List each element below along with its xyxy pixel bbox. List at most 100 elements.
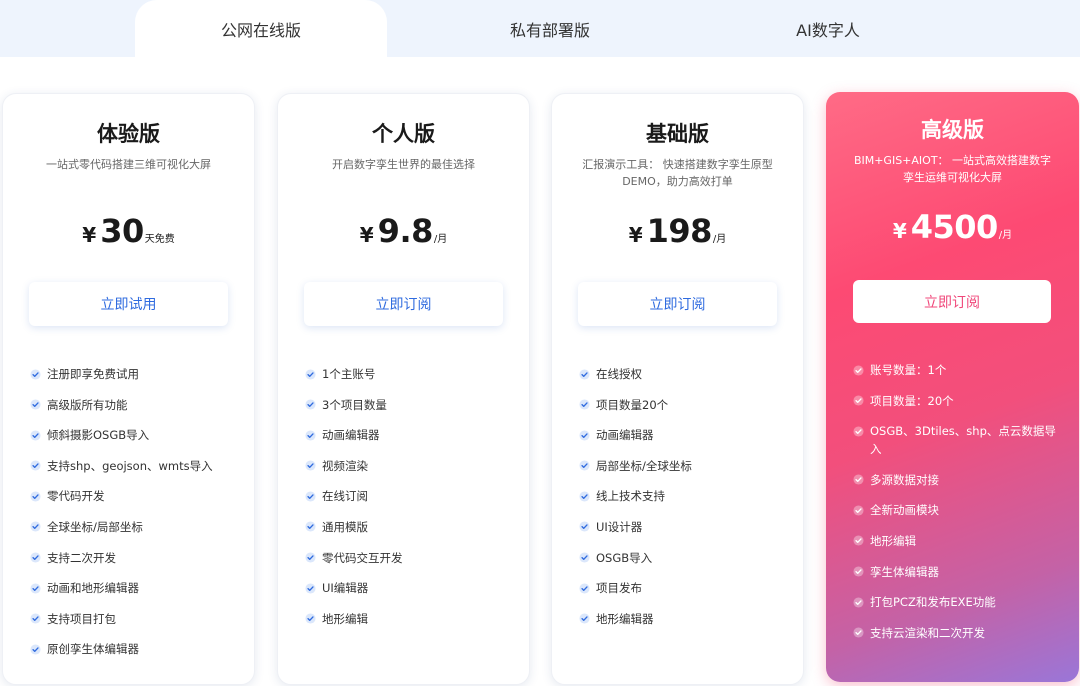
feature-text: 地形编辑: [870, 533, 916, 548]
check-icon: [578, 549, 590, 567]
check-icon: [578, 610, 590, 628]
feature-item: 项目数量20个: [578, 396, 789, 414]
price-unit: /月: [712, 234, 727, 245]
plan-card-personal: 个人版 开启数字孪生世界的最佳选择 ¥9.8/月 立即订阅 1个主账号 3个项目数量 动画编…: [277, 93, 530, 685]
feature-text: 视频渲染: [322, 458, 368, 473]
price-unit: 天免费: [144, 234, 175, 245]
plan-description: BIM+GIS+AIOT： 一站式高效搭建数字孪生运维可视化大屏: [853, 154, 1052, 184]
feature-text: 项目数量20个: [596, 397, 669, 412]
currency-symbol: ¥: [628, 223, 643, 247]
feature-text: 1个主账号: [322, 367, 376, 381]
check-icon: [29, 579, 41, 597]
feature-text: 支持项目打包: [47, 611, 116, 626]
feature-text: OSGB导入: [596, 550, 653, 565]
plan-description: 开启数字孪生世界的最佳选择: [332, 158, 475, 171]
check-icon: [852, 392, 864, 410]
check-icon: [852, 361, 864, 379]
feature-item: 全新动画模块: [852, 501, 1065, 519]
feature-item: 通用模版: [304, 518, 515, 536]
feature-text: 地形编辑器: [596, 611, 654, 626]
check-icon: [852, 593, 864, 611]
feature-item: OSGB导入: [578, 549, 789, 567]
check-icon: [852, 563, 864, 581]
feature-item: 地形编辑器: [578, 610, 789, 628]
feature-item: 原创孪生体编辑器: [29, 640, 240, 658]
currency-symbol: ¥: [359, 223, 374, 247]
check-icon: [578, 396, 590, 414]
check-icon: [29, 518, 41, 536]
feature-item: 线上技术支持: [578, 487, 789, 505]
feature-item: 倾斜摄影OSGB导入: [29, 426, 240, 444]
feature-text: 局部坐标/全球坐标: [596, 458, 692, 473]
feature-item: 打包PCZ和发布EXE功能: [852, 593, 1065, 611]
price-unit: /月: [998, 230, 1013, 241]
check-icon: [304, 518, 316, 536]
plan-title: 体验版: [97, 122, 160, 146]
feature-item: 在线授权: [578, 365, 789, 383]
feature-text: 地形编辑: [322, 611, 368, 626]
feature-text: 原创孪生体编辑器: [47, 642, 139, 657]
feature-item: 动画编辑器: [578, 426, 789, 444]
feature-item: 地形编辑: [304, 610, 515, 628]
tab-ai-digital-human[interactable]: AI数字人: [715, 0, 941, 57]
check-icon: [578, 518, 590, 536]
feature-item: 动画编辑器: [304, 426, 515, 444]
check-icon: [29, 426, 41, 444]
feature-text: 全新动画模块: [870, 503, 939, 518]
check-icon: [852, 532, 864, 550]
price-amount: 198: [646, 212, 713, 250]
feature-text: 全球坐标/局部坐标: [47, 519, 143, 534]
check-icon: [29, 549, 41, 567]
plan-title: 个人版: [372, 122, 435, 146]
feature-item: 注册即享免费试用: [29, 365, 240, 383]
check-icon: [29, 365, 41, 383]
tab-public-online[interactable]: 公网在线版: [135, 0, 387, 57]
check-icon: [29, 640, 41, 658]
feature-item: OSGB、3Dtiles、shp、点云数据导入: [852, 422, 1065, 458]
check-icon: [304, 457, 316, 475]
feature-text: UI编辑器: [322, 581, 369, 596]
plan-tab-bar: 公网在线版 私有部署版 AI数字人: [0, 0, 1080, 57]
feature-text: 支持云渲染和二次开发: [870, 625, 985, 640]
feature-item: 视频渲染: [304, 457, 515, 475]
plan-cta-button[interactable]: 立即订阅: [578, 282, 777, 326]
check-icon: [29, 610, 41, 628]
feature-list: 1个主账号 3个项目数量 动画编辑器 视频渲染 在线订阅 通用模版 零代码交互开发 UI编辑器…: [304, 365, 515, 640]
check-icon: [852, 624, 864, 642]
plan-description: 汇报演示工具： 快速搭建数字孪生原型DEMO，助力高效打单: [582, 158, 773, 188]
check-icon: [29, 457, 41, 475]
plan-cta-button[interactable]: 立即订阅: [304, 282, 503, 326]
feature-item: UI设计器: [578, 518, 789, 536]
feature-text: 支持shp、geojson、wmts导入: [47, 458, 213, 473]
check-icon: [304, 396, 316, 414]
plan-price: ¥4500/月: [826, 208, 1079, 246]
plan-price: ¥9.8/月: [278, 212, 529, 250]
feature-item: 全球坐标/局部坐标: [29, 518, 240, 536]
check-icon: [578, 426, 590, 444]
plan-card-basic: 基础版汇报演示工具： 快速搭建数字孪生原型DEMO，助力高效打单 ¥198/月立即…: [551, 93, 804, 685]
feature-text: 支持二次开发: [47, 550, 116, 565]
price-amount: 30: [100, 212, 144, 250]
check-icon: [578, 579, 590, 597]
check-icon: [29, 487, 41, 505]
plan-title: 基础版: [646, 122, 709, 146]
price-unit: /月: [433, 234, 448, 245]
currency-symbol: ¥: [892, 219, 907, 243]
feature-list: 在线授权项目数量20个动画编辑器局部坐标/全球坐标线上技术支持 UI设计器 OSGB…: [578, 365, 789, 640]
feature-text: 多源数据对接: [870, 472, 939, 487]
tab-private-deployment[interactable]: 私有部署版: [425, 0, 675, 57]
feature-text: 项目发布: [596, 581, 642, 596]
currency-symbol: ¥: [82, 223, 97, 247]
feature-text: 动画和地形编辑器: [47, 581, 139, 596]
plan-title: 高级版: [921, 118, 984, 142]
feature-text: 倾斜摄影OSGB导入: [47, 428, 150, 443]
feature-text: 零代码交互开发: [322, 550, 403, 565]
plan-description: 一站式零代码搭建三维可视化大屏: [46, 158, 211, 171]
plan-cta-button[interactable]: 立即订阅: [853, 280, 1051, 323]
plan-cta-button[interactable]: 立即试用: [29, 282, 228, 326]
check-icon: [304, 365, 316, 383]
feature-text: 在线授权: [596, 367, 642, 381]
feature-item: 零代码交互开发: [304, 549, 515, 567]
plan-card-premium: 高级版 BIM+GIS+AIOT： 一站式高效搭建数字孪生运维可视化大屏 ¥4500…: [826, 92, 1079, 682]
feature-list: 账号数量：1个 项目数量：20个 OSGB、3Dtiles、shp、点云数据导入 多源…: [852, 361, 1065, 654]
